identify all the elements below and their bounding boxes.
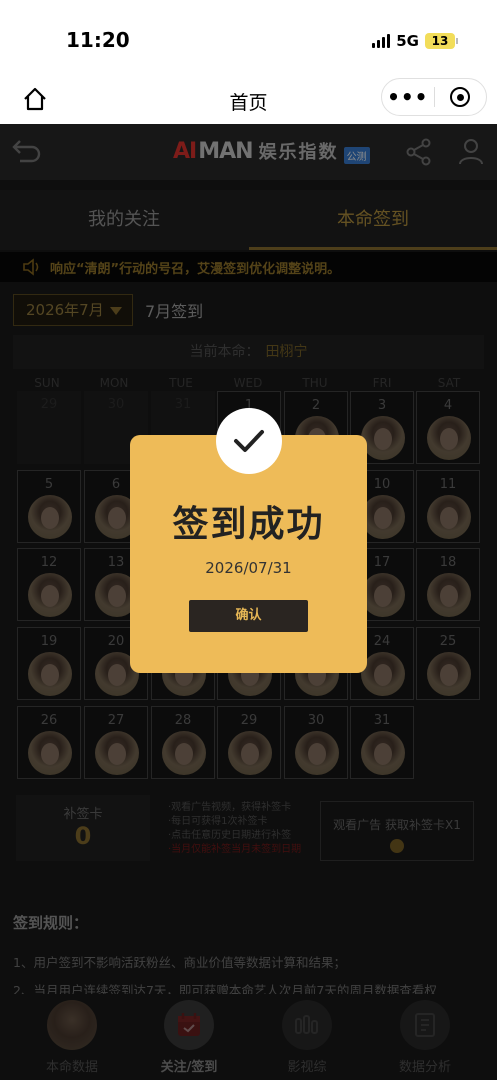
target-icon — [450, 87, 471, 107]
mini-program-nav: 首页 ••• — [0, 78, 497, 124]
dialog-date: 2026/07/31 — [205, 559, 292, 577]
checkmark-icon — [216, 408, 282, 474]
capsule-menu: ••• — [381, 78, 487, 116]
battery-icon: 13 — [425, 33, 458, 49]
status-time: 11:20 — [66, 28, 130, 52]
dialog-title: 签到成功 — [172, 504, 325, 545]
more-button[interactable]: ••• — [382, 87, 434, 107]
signal-icon — [372, 34, 391, 48]
network-type: 5G — [396, 32, 419, 50]
status-bar: 11:20 5G 13 — [0, 0, 497, 78]
close-mini-program-button[interactable] — [434, 87, 486, 107]
confirm-button[interactable]: 确认 — [189, 600, 308, 632]
